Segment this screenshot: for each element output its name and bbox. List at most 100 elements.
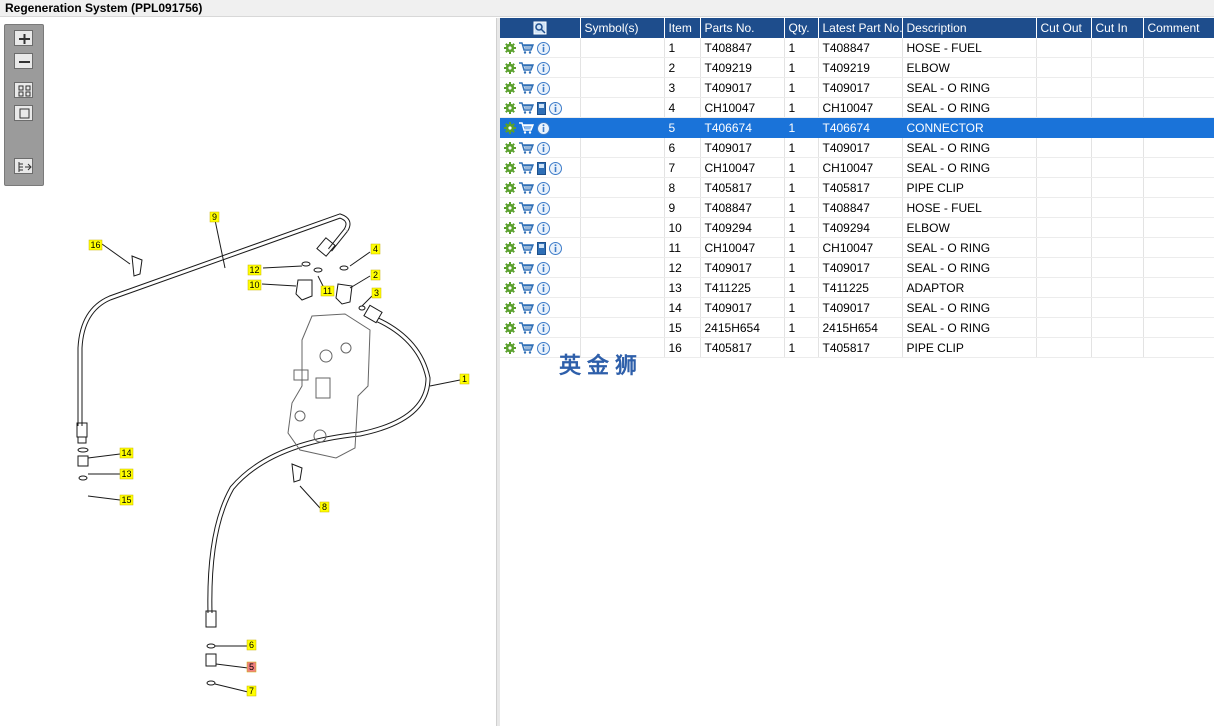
info-icon[interactable] (537, 201, 550, 215)
column-header-item[interactable]: Item (664, 18, 701, 38)
zoom-out-button[interactable] (14, 53, 33, 69)
table-row[interactable]: 11 CH10047 1 CH10047 SEAL - O RING (500, 237, 1214, 258)
column-header-search[interactable] (500, 18, 581, 38)
info-icon[interactable] (537, 181, 550, 195)
callout-3[interactable]: 3 (371, 287, 382, 299)
info-icon[interactable] (537, 281, 550, 295)
table-row[interactable]: 13 T411225 1 T411225 ADAPTOR (500, 277, 1214, 298)
exploded-diagram[interactable]: 9 16 4 12 2 10 11 3 1 14 13 15 8 6 5 7 (0, 18, 496, 726)
info-icon[interactable] (549, 241, 562, 255)
callout-16[interactable]: 16 (88, 239, 103, 251)
cart-icon[interactable] (519, 322, 534, 334)
gear-icon[interactable] (504, 122, 516, 135)
column-header-cut-in[interactable]: Cut In (1091, 18, 1144, 38)
column-header-description[interactable]: Description (902, 18, 1037, 38)
list-export-button[interactable] (14, 158, 33, 174)
cart-icon[interactable] (519, 82, 534, 94)
gear-icon[interactable] (504, 322, 516, 335)
info-icon[interactable] (549, 161, 562, 175)
zoom-in-button[interactable] (14, 30, 33, 46)
table-row[interactable]: 15 2415H654 1 2415H654 SEAL - O RING (500, 317, 1214, 338)
table-row[interactable]: 3 T409017 1 T409017 SEAL - O RING (500, 77, 1214, 98)
table-row[interactable]: 6 T409017 1 T409017 SEAL - O RING (500, 137, 1214, 158)
callout-1[interactable]: 1 (459, 373, 470, 385)
table-row[interactable]: 2 T409219 1 T409219 ELBOW (500, 57, 1214, 78)
gear-icon[interactable] (504, 262, 516, 275)
callout-13[interactable]: 13 (119, 468, 134, 480)
callout-14[interactable]: 14 (119, 447, 134, 459)
gear-icon[interactable] (504, 342, 516, 355)
table-row[interactable]: 5 T406674 1 T406674 CONNECTOR (500, 117, 1214, 138)
cart-icon[interactable] (519, 102, 534, 114)
gear-icon[interactable] (504, 82, 516, 95)
table-row[interactable]: 14 T409017 1 T409017 SEAL - O RING (500, 297, 1214, 318)
gear-icon[interactable] (504, 202, 516, 215)
column-header-comment[interactable]: Comment (1143, 18, 1214, 38)
table-row[interactable]: 7 CH10047 1 CH10047 SEAL - O RING (500, 157, 1214, 178)
cart-icon[interactable] (519, 242, 534, 254)
table-row[interactable]: 8 T405817 1 T405817 PIPE CLIP (500, 177, 1214, 198)
cart-icon[interactable] (519, 342, 534, 354)
cart-icon[interactable] (519, 302, 534, 314)
callout-2[interactable]: 2 (370, 269, 381, 281)
info-icon[interactable] (537, 81, 550, 95)
column-header-latest-part-no[interactable]: Latest Part No. (818, 18, 903, 38)
table-row[interactable]: 12 T409017 1 T409017 SEAL - O RING (500, 257, 1214, 278)
gear-icon[interactable] (504, 182, 516, 195)
info-icon[interactable] (549, 101, 562, 115)
cart-icon[interactable] (519, 222, 534, 234)
gear-icon[interactable] (504, 162, 516, 175)
cart-icon[interactable] (519, 282, 534, 294)
cart-icon[interactable] (519, 42, 534, 54)
table-row[interactable]: 10 T409294 1 T409294 ELBOW (500, 217, 1214, 238)
info-icon[interactable] (537, 121, 550, 135)
gear-icon[interactable] (504, 102, 516, 115)
info-icon[interactable] (537, 41, 550, 55)
callout-7[interactable]: 7 (246, 685, 257, 697)
cart-icon[interactable] (519, 262, 534, 274)
cart-icon[interactable] (519, 182, 534, 194)
cart-icon[interactable] (519, 162, 534, 174)
book-icon[interactable] (537, 161, 546, 175)
callout-5[interactable]: 5 (246, 661, 257, 673)
callout-8[interactable]: 8 (319, 501, 330, 513)
parts-list-pane[interactable]: Symbol(s) Item Parts No. Qty. Latest Part No… (500, 18, 1214, 726)
callout-15[interactable]: 15 (119, 494, 134, 506)
cart-icon[interactable] (519, 122, 534, 134)
callout-12[interactable]: 12 (247, 264, 262, 276)
info-icon[interactable] (537, 321, 550, 335)
column-header-parts-no[interactable]: Parts No. (700, 18, 785, 38)
gear-icon[interactable] (504, 222, 516, 235)
gear-icon[interactable] (504, 62, 516, 75)
column-header-symbol-s[interactable]: Symbol(s) (580, 18, 665, 38)
cart-icon[interactable] (519, 62, 534, 74)
fit-all-button[interactable] (14, 82, 33, 98)
fit-window-button[interactable] (14, 105, 33, 121)
info-icon[interactable] (537, 301, 550, 315)
info-icon[interactable] (537, 141, 550, 155)
callout-6[interactable]: 6 (246, 639, 257, 651)
info-icon[interactable] (537, 61, 550, 75)
info-icon[interactable] (537, 221, 550, 235)
callout-11[interactable]: 11 (320, 285, 335, 297)
column-header-qty[interactable]: Qty. (784, 18, 819, 38)
callout-10[interactable]: 10 (247, 279, 262, 291)
book-icon[interactable] (537, 101, 546, 115)
table-row[interactable]: 1 T408847 1 T408847 HOSE - FUEL (500, 38, 1214, 58)
cart-icon[interactable] (519, 202, 534, 214)
table-row[interactable]: 9 T408847 1 T408847 HOSE - FUEL (500, 197, 1214, 218)
gear-icon[interactable] (504, 142, 516, 155)
gear-icon[interactable] (504, 282, 516, 295)
diagram-pane[interactable]: 9 16 4 12 2 10 11 3 1 14 13 15 8 6 5 7 (0, 18, 496, 726)
book-icon[interactable] (537, 241, 546, 255)
column-header-cut-out[interactable]: Cut Out (1036, 18, 1092, 38)
table-row[interactable]: 4 CH10047 1 CH10047 SEAL - O RING (500, 97, 1214, 118)
gear-icon[interactable] (504, 42, 516, 55)
gear-icon[interactable] (504, 242, 516, 255)
gear-icon[interactable] (504, 302, 516, 315)
callout-9[interactable]: 9 (209, 211, 220, 223)
info-icon[interactable] (537, 261, 550, 275)
info-icon[interactable] (537, 341, 550, 355)
callout-4[interactable]: 4 (370, 243, 381, 255)
cart-icon[interactable] (519, 142, 534, 154)
